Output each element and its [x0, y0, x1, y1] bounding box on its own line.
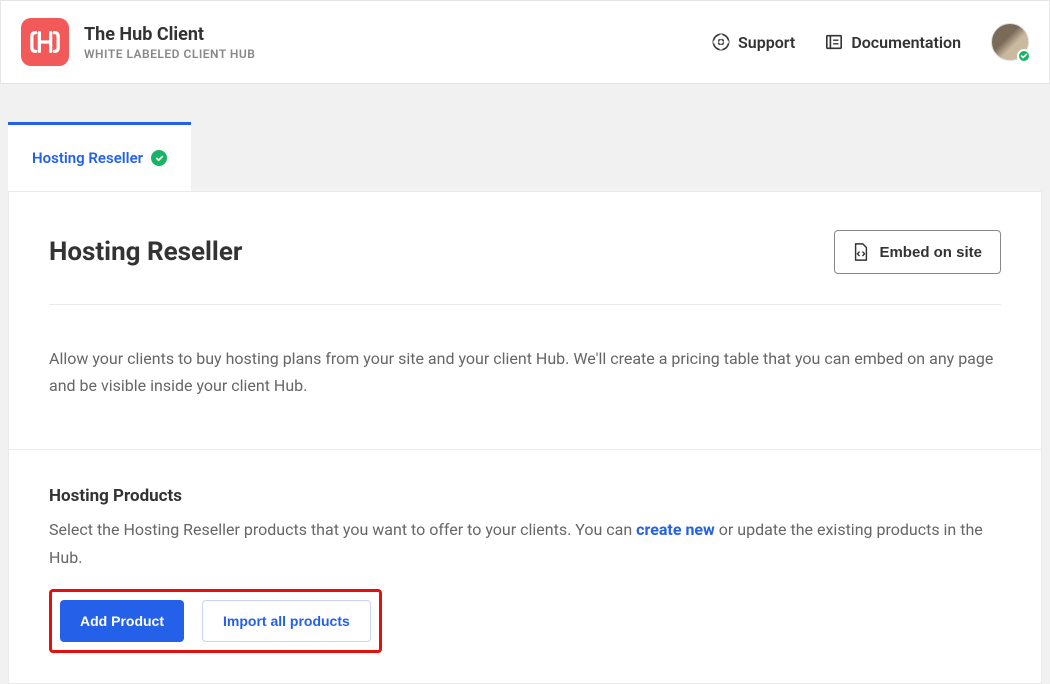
tab-label: Hosting Reseller: [32, 149, 143, 167]
panel-header: Hosting Reseller Embed on site: [9, 192, 1041, 304]
hub-icon: [30, 27, 60, 57]
documentation-icon: [825, 33, 843, 51]
documentation-label: Documentation: [851, 33, 961, 52]
section-description: Select the Hosting Reseller products tha…: [49, 516, 1001, 570]
main-panel: Hosting Reseller Embed on site Allow you…: [8, 191, 1042, 684]
hosting-products-section: Hosting Products Select the Hosting Rese…: [9, 449, 1041, 682]
tab-bar: Hosting Reseller: [8, 122, 1042, 191]
check-icon: [1020, 52, 1028, 60]
brand-text: The Hub Client WHITE LABELED CLIENT HUB: [84, 24, 255, 61]
app-header: The Hub Client WHITE LABELED CLIENT HUB …: [0, 0, 1050, 84]
embed-on-site-button[interactable]: Embed on site: [834, 230, 1001, 274]
support-link[interactable]: Support: [712, 33, 795, 52]
panel-description: Allow your clients to buy hosting plans …: [9, 305, 1041, 449]
add-product-button[interactable]: Add Product: [60, 600, 184, 642]
tab-status-badge: [151, 150, 167, 166]
support-label: Support: [738, 33, 795, 52]
tab-hosting-reseller[interactable]: Hosting Reseller: [8, 122, 191, 191]
product-action-buttons: Add Product Import all products: [49, 589, 382, 653]
section-desc-prefix: Select the Hosting Reseller products tha…: [49, 520, 636, 539]
brand-logo: [21, 18, 69, 66]
brand-subtitle: WHITE LABELED CLIENT HUB: [84, 47, 255, 61]
documentation-link[interactable]: Documentation: [825, 33, 961, 52]
brand-title: The Hub Client: [84, 24, 255, 45]
create-new-link[interactable]: create new: [636, 520, 715, 539]
support-icon: [712, 33, 730, 51]
import-all-products-button[interactable]: Import all products: [202, 600, 371, 642]
embed-file-icon: [853, 243, 869, 261]
page-body: Hosting Reseller Hosting Reseller Embed …: [0, 84, 1050, 684]
user-avatar[interactable]: [991, 23, 1029, 61]
check-icon: [155, 154, 164, 163]
status-badge: [1017, 49, 1031, 63]
page-title: Hosting Reseller: [49, 237, 242, 267]
embed-label: Embed on site: [879, 244, 982, 261]
section-title: Hosting Products: [49, 486, 1001, 506]
